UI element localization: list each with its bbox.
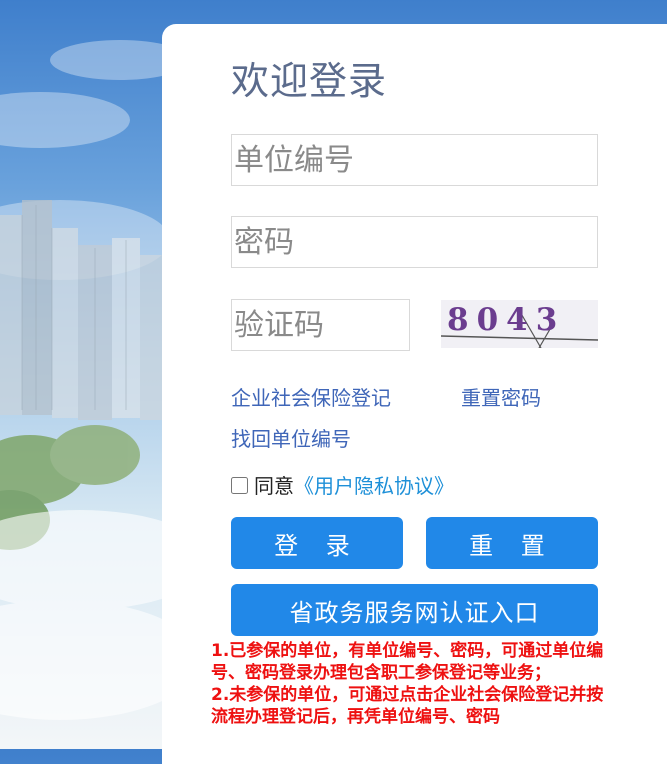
reset-password-link[interactable]: 重置密码 bbox=[461, 382, 541, 411]
reset-button[interactable]: 重 置 bbox=[426, 517, 598, 569]
notice-item-1: 1.已参保的单位，有单位编号、密码，可通过单位编号、密码登录办理包含职工参保登记… bbox=[211, 641, 604, 683]
find-company-id-link[interactable]: 找回单位编号 bbox=[231, 423, 351, 452]
company-id-input[interactable] bbox=[231, 134, 598, 186]
agree-label: 同意 bbox=[254, 474, 294, 498]
password-input[interactable] bbox=[231, 216, 598, 268]
privacy-policy-link[interactable]: 《用户隐私协议》 bbox=[294, 474, 454, 498]
captcha-text: 8043 bbox=[447, 302, 566, 338]
page-title: 欢迎登录 bbox=[231, 59, 388, 103]
agree-checkbox[interactable] bbox=[231, 477, 248, 494]
notice-text: 1.已参保的单位，有单位编号、密码，可通过单位编号、密码登录办理包含职工参保登记… bbox=[211, 640, 606, 728]
province-auth-button[interactable]: 省政务服务网认证入口 bbox=[231, 584, 598, 636]
agreement-row: 同意《用户隐私协议》 bbox=[231, 470, 454, 499]
captcha-image[interactable]: 8043 bbox=[441, 300, 598, 348]
notice-item-2: 2.未参保的单位，可通过点击企业社会保险登记并按流程办理登记后，再凭单位编号、密… bbox=[211, 685, 604, 727]
login-button[interactable]: 登 录 bbox=[231, 517, 403, 569]
captcha-input[interactable] bbox=[231, 299, 410, 351]
company-registration-link[interactable]: 企业社会保险登记 bbox=[231, 382, 391, 411]
